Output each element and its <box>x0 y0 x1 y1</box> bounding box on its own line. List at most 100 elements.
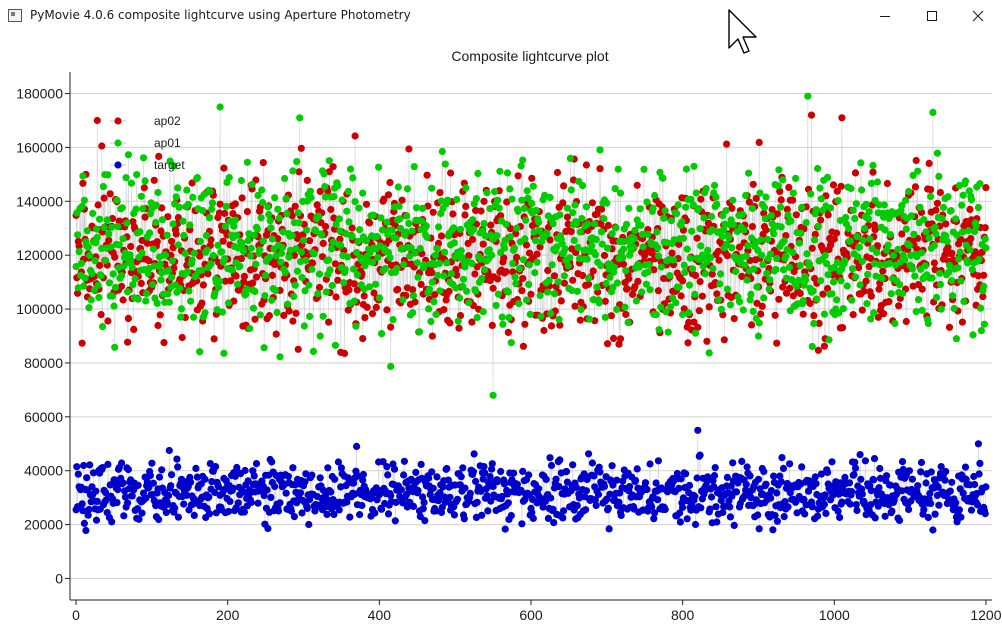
close-button[interactable] <box>955 0 1001 31</box>
point-ap01 <box>393 264 401 273</box>
point-ap02 <box>154 321 162 330</box>
point-ap01 <box>400 261 408 269</box>
point-ap01 <box>675 283 683 291</box>
point-ap01 <box>902 196 910 204</box>
point-target <box>641 479 650 487</box>
point-ap01 <box>556 211 564 219</box>
point-target <box>446 493 454 501</box>
point-ap01 <box>81 274 89 282</box>
point-ap02 <box>137 279 145 287</box>
point-ap01 <box>433 244 441 252</box>
x-tick-label: 0 <box>72 607 80 623</box>
point-target <box>732 488 741 496</box>
point-ap01 <box>582 203 591 211</box>
point-ap01 <box>759 261 767 269</box>
point-ap02 <box>168 237 176 245</box>
point-ap02 <box>720 336 728 344</box>
point-ap01 <box>757 236 765 244</box>
point-ap01 <box>952 215 960 223</box>
point-ap02 <box>895 302 903 310</box>
point-ap01 <box>177 305 186 313</box>
point-ap01 <box>661 207 669 215</box>
point-ap01 <box>967 196 976 204</box>
point-ap01 <box>646 286 654 294</box>
point-ap01 <box>80 282 88 290</box>
point-ap02 <box>705 303 713 311</box>
lightcurve-plot[interactable]: Composite lightcurve plot 0 20000 40000 600… <box>0 32 1002 632</box>
point-ap01 <box>281 269 289 277</box>
point-ap01 <box>692 189 700 197</box>
point-target <box>478 511 486 519</box>
point-target <box>173 455 181 463</box>
point-ap01 <box>79 172 87 180</box>
maximize-button[interactable] <box>909 0 955 31</box>
point-ap01 <box>489 391 497 399</box>
point-ap02 <box>773 339 781 347</box>
x-tick-label: 800 <box>671 607 695 623</box>
point-ap01 <box>127 257 135 265</box>
point-ap01 <box>215 283 223 291</box>
point-target <box>822 509 830 517</box>
point-ap01 <box>351 198 359 206</box>
point-ap01 <box>252 260 260 268</box>
point-ap01 <box>180 231 188 239</box>
legend-marker-ap01 <box>114 139 122 147</box>
point-ap02 <box>806 299 814 308</box>
point-ap01 <box>386 254 394 262</box>
point-ap02 <box>807 111 816 119</box>
point-ap01 <box>550 290 559 298</box>
point-target <box>883 472 891 480</box>
point-target <box>128 492 136 500</box>
point-ap02 <box>533 250 541 258</box>
point-ap01 <box>667 217 675 225</box>
point-ap01 <box>811 236 819 244</box>
point-ap02 <box>777 196 785 204</box>
point-ap01 <box>403 212 411 220</box>
point-ap01 <box>454 317 462 325</box>
point-ap01 <box>375 163 383 171</box>
point-ap01 <box>149 245 157 253</box>
point-target <box>691 520 700 529</box>
point-target <box>920 506 928 514</box>
point-target <box>801 510 809 518</box>
point-ap01 <box>258 186 266 194</box>
point-ap01 <box>595 299 603 307</box>
point-target <box>509 469 518 477</box>
point-ap02 <box>469 235 477 244</box>
point-ap01 <box>917 249 926 257</box>
point-target <box>359 470 367 479</box>
point-target <box>146 471 154 480</box>
point-ap01 <box>766 276 774 284</box>
point-ap02 <box>436 189 444 197</box>
point-ap01 <box>912 308 920 316</box>
point-target <box>282 489 290 497</box>
point-target <box>80 461 88 470</box>
point-ap01 <box>847 184 855 193</box>
minimize-button[interactable] <box>862 0 908 31</box>
point-target <box>250 472 258 480</box>
point-ap01 <box>102 256 110 264</box>
point-ap01 <box>87 296 95 304</box>
point-ap02 <box>600 251 609 260</box>
point-ap01 <box>597 228 606 236</box>
point-ap02 <box>796 289 804 298</box>
point-ap01 <box>518 196 526 204</box>
point-ap01 <box>231 216 239 224</box>
point-ap02 <box>93 116 101 125</box>
point-ap01 <box>924 319 932 327</box>
point-ap02 <box>528 174 536 182</box>
point-ap01 <box>369 211 377 219</box>
point-ap01 <box>921 262 929 270</box>
point-target <box>905 467 914 475</box>
point-ap01 <box>848 296 856 304</box>
point-ap01 <box>196 348 204 356</box>
point-ap01 <box>574 243 582 252</box>
point-target <box>755 525 763 533</box>
point-ap01 <box>932 230 940 238</box>
point-ap01 <box>105 230 113 238</box>
point-ap01 <box>340 279 348 287</box>
point-ap01 <box>243 158 251 166</box>
point-target <box>922 479 930 487</box>
point-ap01 <box>95 293 103 302</box>
point-ap01 <box>869 161 877 169</box>
